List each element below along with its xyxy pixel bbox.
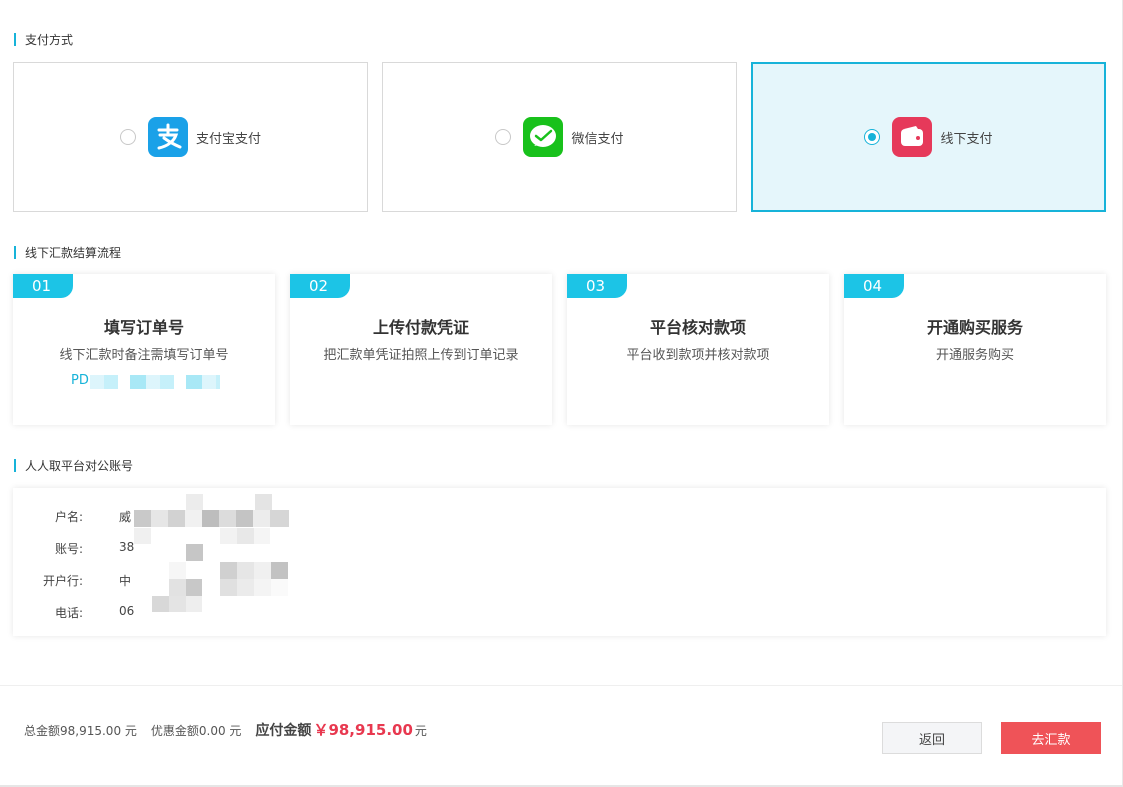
account-value: 威	[119, 510, 132, 524]
account-value: 中	[119, 574, 132, 588]
account-info-box: 户名: 威 账号: 38 开户行: 中 电话: 06	[13, 488, 1106, 636]
redacted-mosaic	[220, 562, 288, 579]
section-title-text: 支付方式	[25, 32, 74, 47]
wechat-label: 微信支付	[571, 131, 624, 147]
payment-option-offline[interactable]: 线下支付	[751, 62, 1106, 212]
total-amount: 总金额98,915.00 元	[24, 724, 137, 738]
step-description: 平台收到款项并核对款项	[626, 348, 770, 363]
step-card-3: 03 平台核对款项 平台收到款项并核对款项	[567, 274, 829, 425]
order-number-redacted	[90, 375, 220, 389]
account-label: 开户行:	[42, 574, 83, 588]
radio-checked-dot	[868, 133, 877, 141]
step-card-1: 01 填写订单号 线下汇款时备注需填写订单号 PD	[13, 274, 275, 425]
discount-amount: 优惠金额0.00 元	[150, 724, 242, 738]
wechat-radio[interactable]	[495, 129, 512, 145]
redacted-mosaic	[186, 544, 203, 561]
offline-radio[interactable]	[864, 129, 881, 145]
offline-label: 线下支付	[940, 131, 993, 147]
alipay-icon	[147, 117, 188, 157]
payment-option-wechat[interactable]: 微信支付	[382, 62, 737, 212]
footer-divider	[0, 685, 1122, 686]
payable-unit: 元	[414, 724, 427, 738]
payable-label: 应付金额	[255, 723, 312, 739]
alipay-radio[interactable]	[119, 129, 136, 145]
step-number-badge: 03	[567, 274, 627, 298]
step-title: 开通购买服务	[926, 318, 1023, 337]
step-card-4: 04 开通购买服务 开通服务购买	[844, 274, 1106, 425]
payment-option-alipay[interactable]: 支付宝支付	[13, 62, 368, 212]
redacted-mosaic	[220, 528, 270, 544]
step-description: 线下汇款时备注需填写订单号	[59, 348, 229, 363]
step-title: 填写订单号	[103, 318, 184, 337]
section-title-payment-method: 支付方式	[14, 32, 74, 47]
step-title: 平台核对款项	[649, 318, 746, 337]
section-title-offline-flow: 线下汇款结算流程	[14, 245, 122, 260]
step-number-badge: 02	[290, 274, 350, 298]
account-value: 38	[119, 540, 135, 554]
remit-button[interactable]: 去汇款	[1001, 722, 1101, 754]
section-title-text: 线下汇款结算流程	[25, 245, 122, 260]
section-title-platform-account: 人人取平台对公账号	[14, 458, 134, 473]
account-label: 户名:	[54, 510, 83, 524]
section-accent-bar	[14, 458, 16, 472]
redacted-mosaic	[134, 528, 151, 544]
step-card-2: 02 上传付款凭证 把汇款单凭证拍照上传到订单记录	[290, 274, 552, 425]
account-value: 06	[119, 604, 135, 618]
step-number-badge: 04	[844, 274, 904, 298]
step-description: 把汇款单凭证拍照上传到订单记录	[323, 348, 519, 363]
step-description: 开通服务购买	[935, 348, 1014, 363]
redacted-mosaic	[169, 562, 186, 579]
redacted-mosaic	[186, 494, 203, 510]
redacted-mosaic	[152, 596, 202, 612]
section-title-text: 人人取平台对公账号	[25, 458, 134, 473]
wallet-icon	[892, 117, 933, 157]
step-title: 上传付款凭证	[372, 318, 469, 337]
price-summary: 总金额98,915.00 元 优惠金额0.00 元 应付金额 ￥98,915.0…	[24, 719, 427, 740]
step-number-badge: 01	[13, 274, 73, 298]
alipay-label: 支付宝支付	[195, 131, 261, 147]
account-label: 电话:	[54, 606, 83, 620]
section-accent-bar	[14, 32, 16, 46]
section-accent-bar	[14, 245, 16, 259]
account-label: 账号:	[54, 542, 83, 556]
redacted-mosaic	[152, 579, 202, 596]
redacted-mosaic	[134, 510, 289, 527]
wechat-icon	[523, 117, 564, 157]
order-number: PD	[71, 373, 89, 388]
back-button[interactable]: 返回	[882, 722, 982, 754]
redacted-mosaic	[220, 579, 288, 596]
payment-page: 支付方式 支付宝支付 微信支付 线下支付 线下汇款结算流程 01 填写订单号 线…	[0, 0, 1123, 787]
payable-amount: ￥98,915.00	[313, 721, 413, 739]
redacted-mosaic	[255, 494, 272, 510]
